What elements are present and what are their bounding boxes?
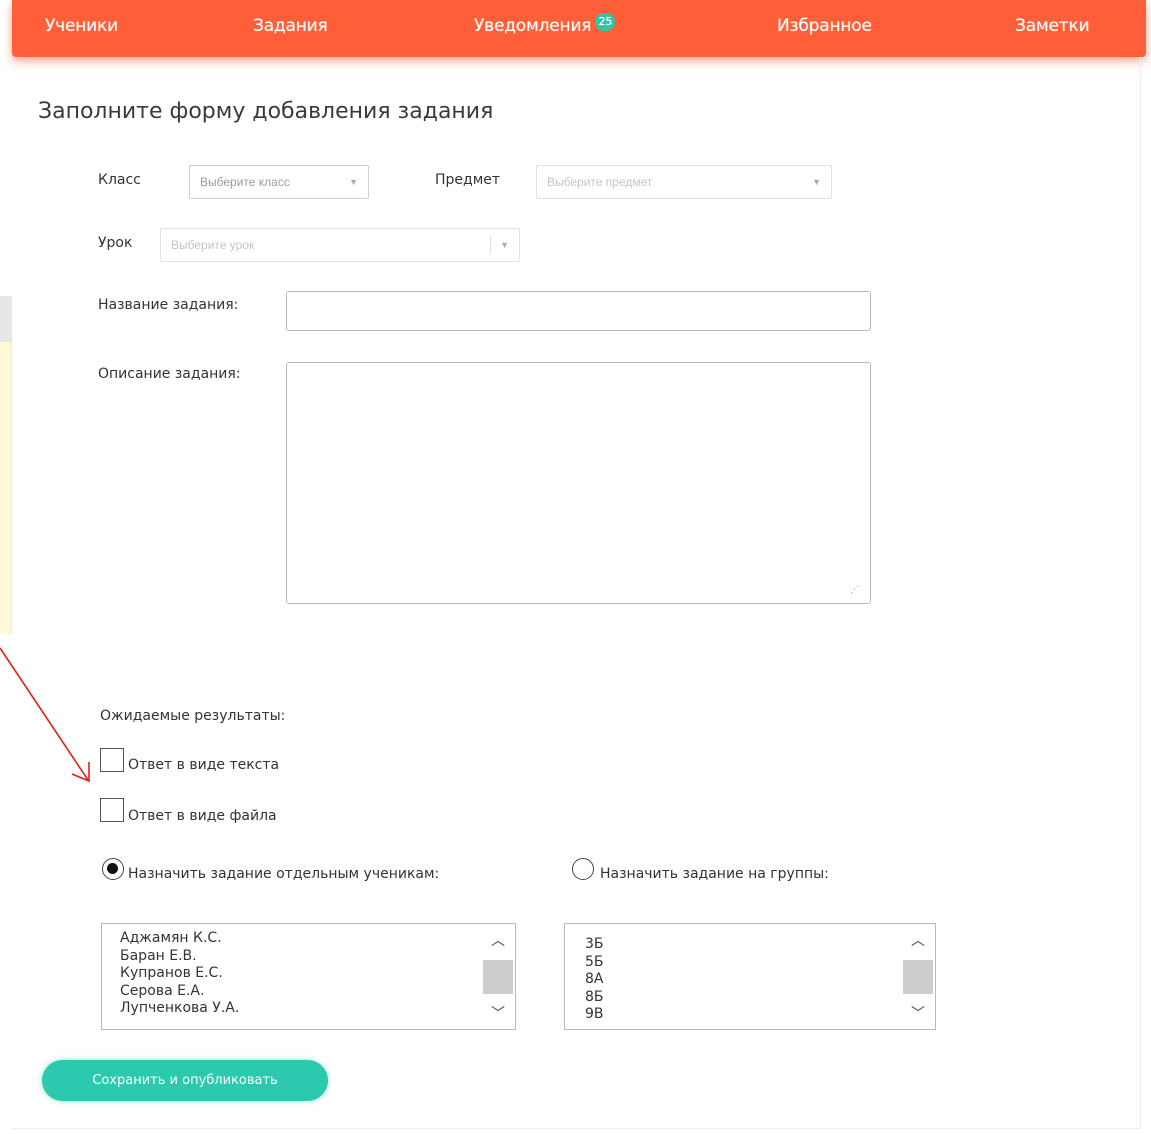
page-title: Заполните форму добавления задания (38, 99, 494, 124)
chevron-up-icon[interactable]: ︿ (481, 928, 515, 952)
list-item[interactable]: 8А (585, 971, 604, 989)
nav-item-notes[interactable]: Заметки (1015, 16, 1090, 36)
task-description-label: Описание задания: (98, 366, 241, 382)
save-and-publish-button[interactable]: Сохранить и опубликовать (42, 1060, 328, 1101)
list-item[interactable]: 9В (585, 1006, 604, 1024)
lesson-select-placeholder: Выберите урок (171, 238, 255, 252)
subject-select[interactable]: Выберите предмет ▼ (536, 165, 832, 199)
class-select-placeholder: Выберите класс (200, 175, 290, 189)
nav-item-tasks[interactable]: Задания (253, 16, 328, 36)
chevron-down-icon[interactable]: ﹀ (901, 1001, 935, 1025)
answer-text-checkbox[interactable] (100, 748, 124, 772)
scroll-thumb[interactable] (903, 960, 933, 994)
nav-item-favorites[interactable]: Избранное (777, 16, 872, 36)
students-listbox[interactable]: Аджамян К.С. Баран Е.В. Купранов Е.С. Се… (101, 923, 516, 1030)
list-item[interactable]: 5Б (585, 954, 604, 972)
list-item[interactable]: Баран Е.В. (120, 948, 239, 966)
scroll-thumb[interactable] (483, 960, 513, 994)
notifications-count-badge: 25 (595, 13, 616, 31)
lesson-select[interactable]: Выберите урок ▼ (160, 228, 520, 262)
students-scrollbar[interactable]: ︿ ﹀ (481, 924, 515, 1029)
list-item[interactable]: Серова Е.А. (120, 983, 239, 1001)
lesson-label: Урок (98, 235, 133, 251)
subject-select-placeholder: Выберите предмет (547, 175, 653, 189)
assign-groups-label: Назначить задание на группы: (600, 866, 829, 882)
groups-list: 3Б 5Б 8А 8Б 9В (585, 936, 604, 1024)
answer-file-label: Ответ в виде файла (128, 808, 277, 824)
groups-listbox[interactable]: 3Б 5Б 8А 8Б 9В ︿ ﹀ (564, 923, 936, 1030)
assign-students-label: Назначить задание отдельным ученикам: (128, 866, 440, 882)
chevron-down-icon[interactable]: ﹀ (481, 1001, 515, 1025)
list-item[interactable]: Аджамян К.С. (120, 930, 239, 948)
chevron-up-icon[interactable]: ︿ (901, 928, 935, 952)
students-list: Аджамян К.С. Баран Е.В. Купранов Е.С. Се… (120, 930, 239, 1018)
list-item[interactable]: 8Б (585, 989, 604, 1007)
list-item[interactable]: Лупченкова У.А. (120, 1000, 239, 1018)
task-description-textarea[interactable] (286, 362, 871, 604)
select-separator (490, 236, 491, 254)
assign-students-radio[interactable] (102, 858, 124, 880)
class-label: Класс (98, 172, 141, 188)
expected-results-label: Ожидаемые результаты: (100, 708, 286, 724)
answer-text-label: Ответ в виде текста (128, 757, 280, 773)
assign-groups-radio[interactable] (572, 858, 594, 880)
list-item[interactable]: 3Б (585, 936, 604, 954)
class-select[interactable]: Выберите класс ▼ (189, 165, 369, 199)
chevron-down-icon: ▼ (812, 177, 821, 187)
list-item[interactable]: Купранов Е.С. (120, 965, 239, 983)
nav-item-notifications[interactable]: Уведомления 25 (474, 13, 616, 36)
task-name-input[interactable] (286, 291, 871, 331)
chevron-down-icon: ▼ (349, 177, 358, 187)
left-edge-highlight (0, 342, 12, 634)
left-edge-strip (0, 296, 12, 342)
task-name-label: Название задания: (98, 297, 239, 313)
nav-item-students[interactable]: Ученики (45, 16, 118, 36)
answer-file-checkbox[interactable] (100, 798, 124, 822)
chevron-down-icon: ▼ (500, 240, 509, 250)
top-navbar: Ученики Задания Уведомления 25 Избранное … (12, 0, 1146, 57)
groups-scrollbar[interactable]: ︿ ﹀ (901, 924, 935, 1029)
nav-item-notifications-label: Уведомления (474, 16, 592, 36)
subject-label: Предмет (435, 172, 501, 188)
